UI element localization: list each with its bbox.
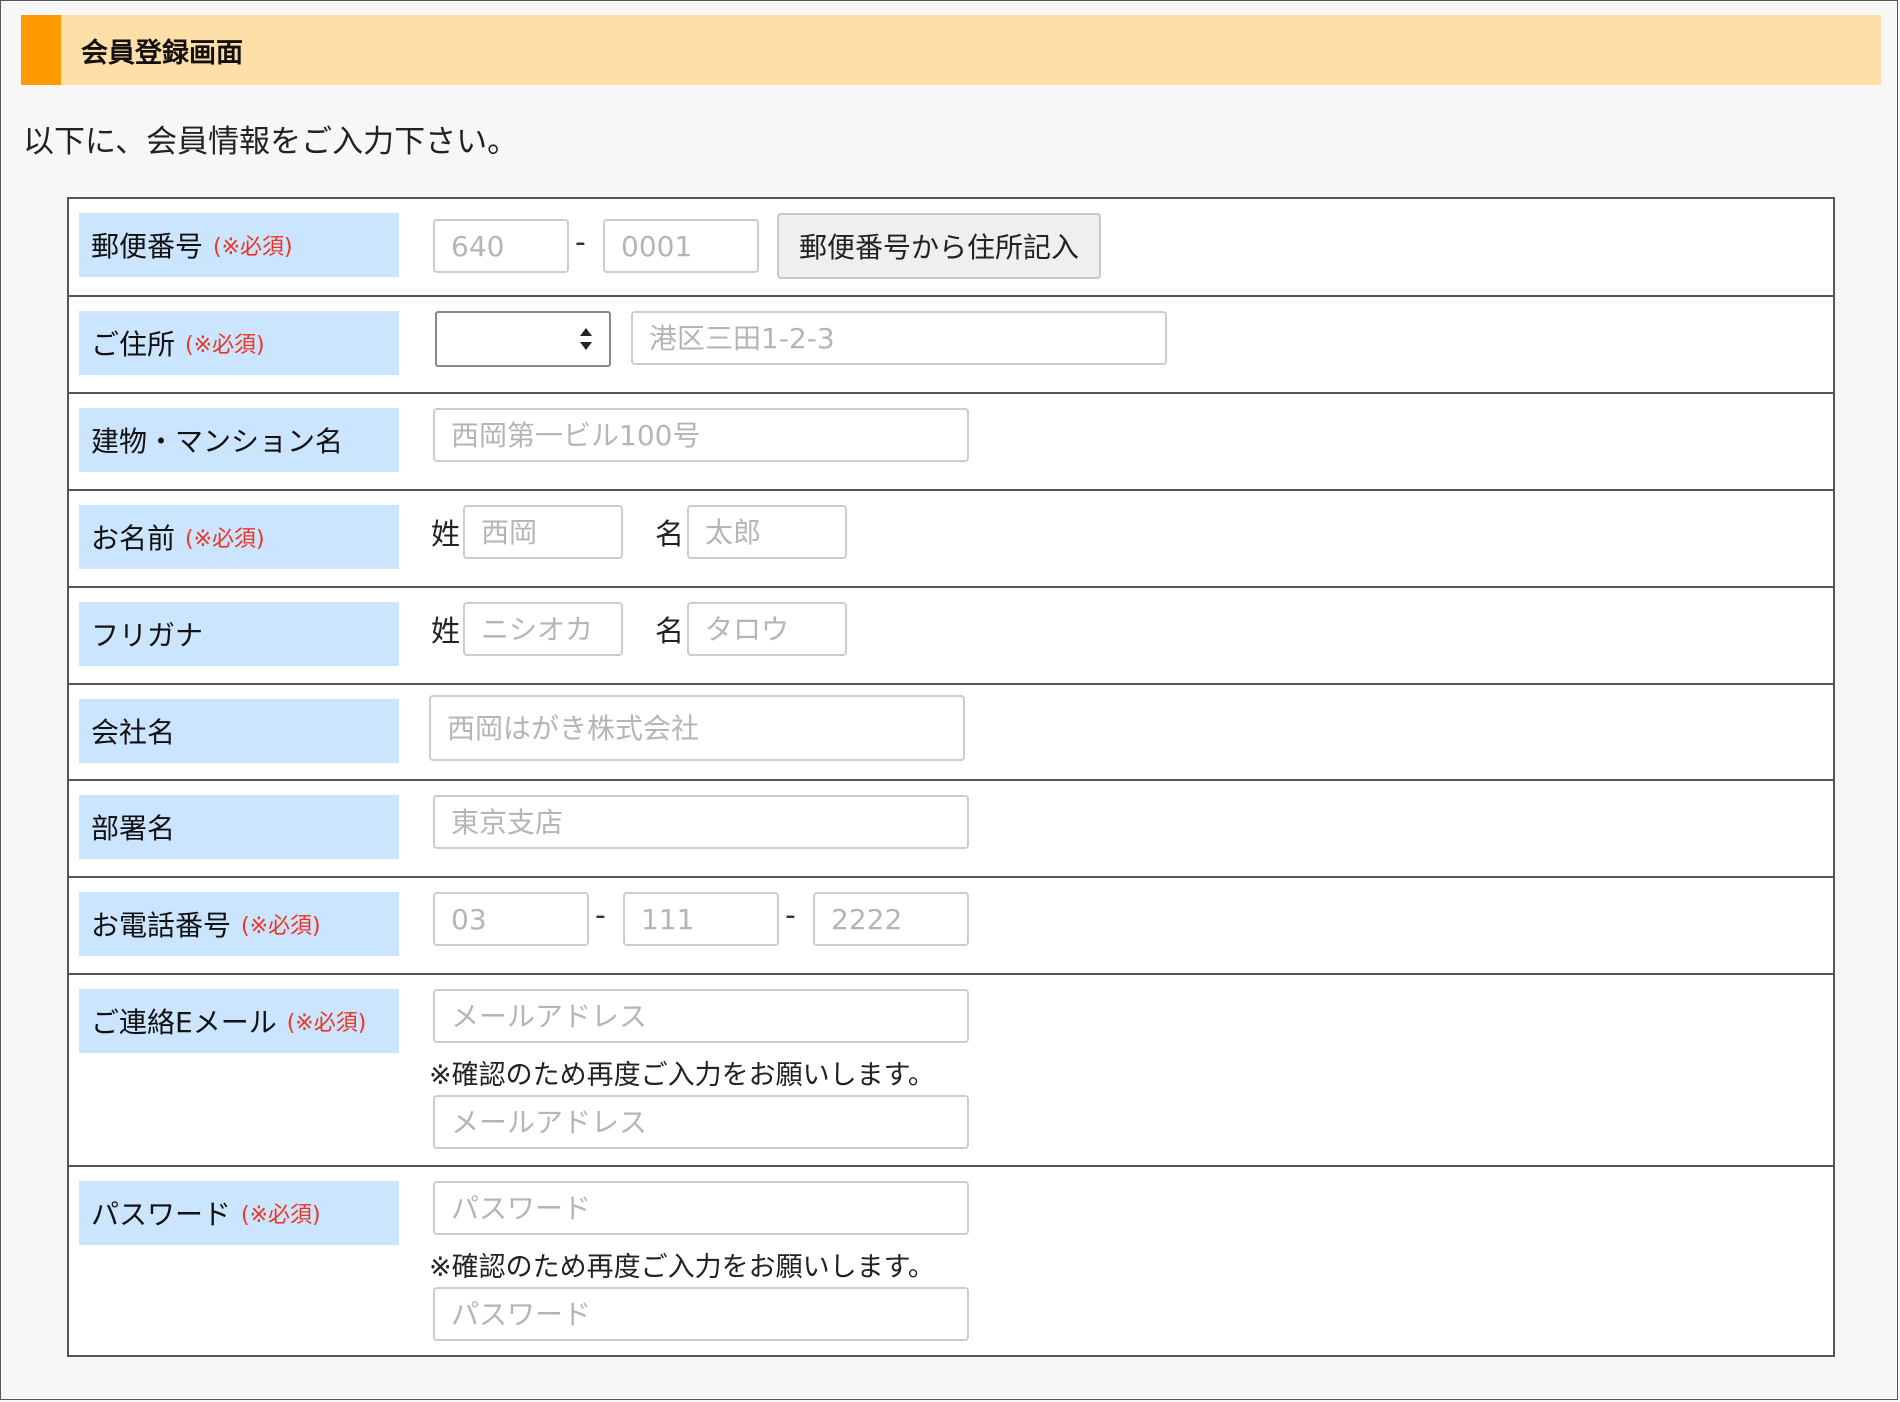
postal-separator: - — [575, 225, 586, 260]
password-label: パスワード (※必須) — [79, 1181, 399, 1245]
furigana-label: フリガナ — [79, 602, 399, 666]
address-label: ご住所 (※必須) — [79, 311, 399, 375]
page-frame: 会員登録画面 以下に、会員情報をご入力下さい。 郵便番号 (※必須) - 郵便番… — [0, 0, 1898, 1400]
prefecture-select[interactable] — [435, 311, 611, 367]
required-mark: (※必須) — [185, 333, 265, 358]
postal-code-part2-input[interactable] — [603, 219, 759, 273]
phone-part1-input[interactable] — [433, 892, 589, 946]
row-email: ご連絡Eメール (※必須) ※確認のため再度ご入力をお願いします。 — [69, 975, 1833, 1167]
row-department: 部署名 — [69, 781, 1833, 878]
required-mark: (※必須) — [241, 1203, 321, 1228]
company-name-input[interactable] — [429, 695, 965, 761]
select-updown-icon — [580, 328, 592, 350]
row-phone: お電話番号 (※必須) - - — [69, 878, 1833, 975]
required-mark: (※必須) — [185, 527, 265, 552]
street-address-input[interactable] — [631, 311, 1167, 365]
password-confirm-note: ※確認のため再度ご入力をお願いします。 — [429, 1252, 935, 1283]
building-label: 建物・マンション名 — [79, 408, 399, 472]
phone-part3-input[interactable] — [813, 892, 969, 946]
email-input[interactable] — [433, 989, 969, 1043]
furigana-last-input[interactable] — [463, 602, 623, 656]
row-company: 会社名 — [69, 685, 1833, 781]
email-confirm-input[interactable] — [433, 1095, 969, 1149]
phone-separator-1: - — [595, 898, 606, 933]
required-mark: (※必須) — [286, 1011, 367, 1036]
postal-lookup-button[interactable]: 郵便番号から住所記入 — [777, 213, 1102, 279]
postal-code-label: 郵便番号 (※必須) — [79, 213, 399, 277]
row-password: パスワード (※必須) ※確認のため再度ご入力をお願いします。 — [69, 1167, 1833, 1355]
department-label: 部署名 — [79, 795, 399, 859]
last-name-label: 姓 — [431, 517, 461, 551]
first-name-input[interactable] — [687, 505, 847, 559]
furigana-last-label: 姓 — [431, 614, 461, 648]
page-title: 会員登録画面 — [81, 37, 243, 69]
row-address: ご住所 (※必須) — [69, 297, 1833, 394]
postal-code-part1-input[interactable] — [433, 219, 569, 273]
last-name-input[interactable] — [463, 505, 623, 559]
required-mark: (※必須) — [241, 914, 321, 939]
first-name-label: 名 — [655, 517, 685, 551]
furigana-first-label: 名 — [655, 614, 685, 648]
building-name-input[interactable] — [433, 408, 969, 462]
intro-text: 以下に、会員情報をご入力下さい。 — [23, 124, 519, 160]
row-furigana: フリガナ 姓 名 — [69, 588, 1833, 685]
row-name: お名前 (※必須) 姓 名 — [69, 491, 1833, 588]
row-building: 建物・マンション名 — [69, 394, 1833, 491]
company-label: 会社名 — [79, 699, 399, 763]
furigana-first-input[interactable] — [687, 602, 847, 656]
password-input[interactable] — [433, 1181, 969, 1235]
row-postal-code: 郵便番号 (※必須) - 郵便番号から住所記入 — [69, 199, 1833, 297]
page-header: 会員登録画面 — [21, 15, 1881, 85]
email-label: ご連絡Eメール (※必須) — [79, 989, 399, 1053]
password-confirm-input[interactable] — [433, 1287, 969, 1341]
email-confirm-note: ※確認のため再度ご入力をお願いします。 — [429, 1060, 935, 1091]
phone-part2-input[interactable] — [623, 892, 779, 946]
phone-separator-2: - — [785, 898, 796, 933]
registration-form: 郵便番号 (※必須) - 郵便番号から住所記入 ご住所 (※必須) — [67, 197, 1835, 1357]
name-label: お名前 (※必須) — [79, 505, 399, 569]
phone-label: お電話番号 (※必須) — [79, 892, 399, 956]
header-accent-bar — [21, 15, 61, 85]
department-name-input[interactable] — [433, 795, 969, 849]
required-mark: (※必須) — [213, 235, 293, 260]
